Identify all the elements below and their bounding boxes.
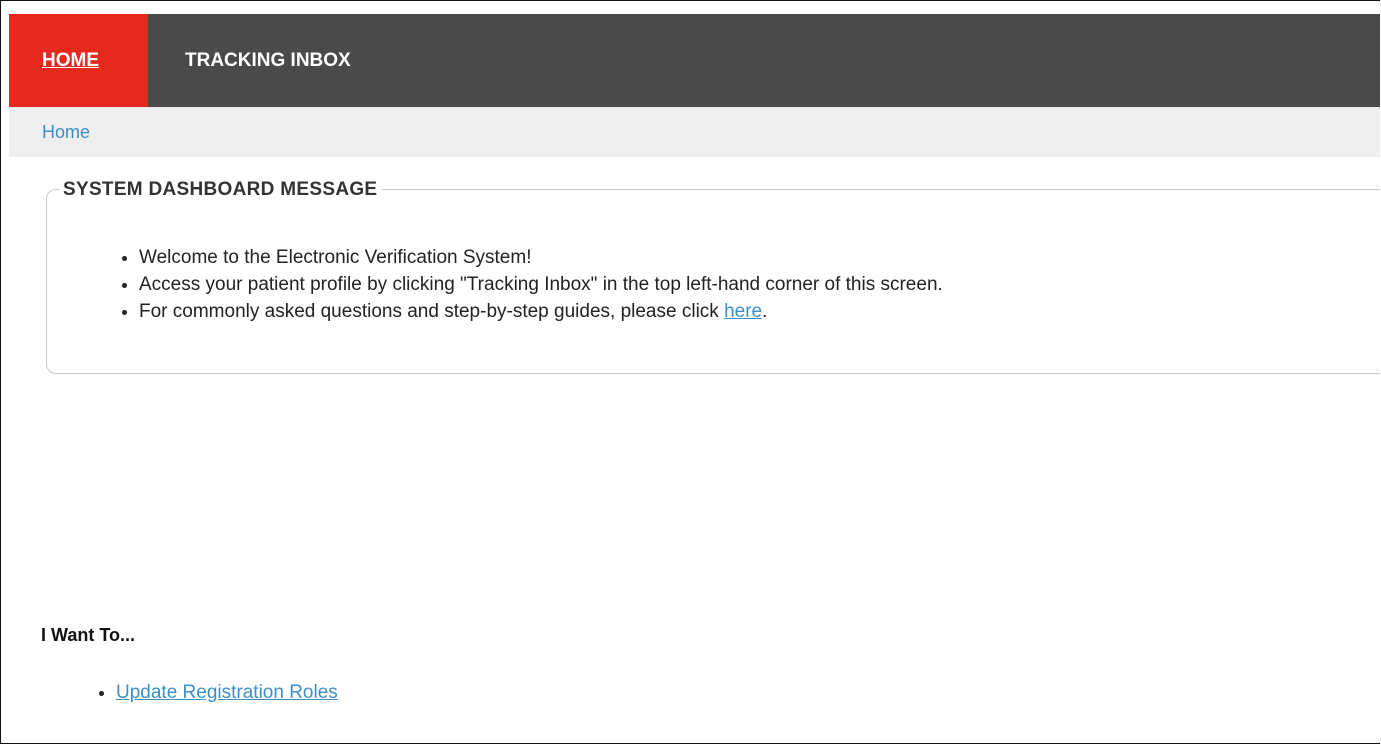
message-item-access-profile: Access your patient profile by clicking … [139,271,943,298]
top-navigation-bar: HOME TRACKING INBOX [9,14,1380,107]
i-want-to-heading: I Want To... [41,625,135,645]
i-want-to-list: Update Registration Roles [116,680,338,706]
dashboard-message-title: SYSTEM DASHBOARD MESSAGE [59,179,382,201]
tab-home-label: HOME [42,49,99,71]
tab-tracking-inbox[interactable]: TRACKING INBOX [148,14,351,107]
dashboard-message-list: Welcome to the Electronic Verification S… [139,244,943,325]
breadcrumb: Home [9,107,1380,157]
tab-home[interactable]: HOME [9,14,148,107]
tab-tracking-inbox-label: TRACKING INBOX [185,49,351,71]
breadcrumb-home-link[interactable]: Home [42,122,90,143]
list-item: Update Registration Roles [116,680,338,706]
update-registration-roles-link[interactable]: Update Registration Roles [116,682,338,703]
guides-suffix: . [762,301,768,322]
system-dashboard-message-box: SYSTEM DASHBOARD MESSAGE Welcome to the … [46,179,1380,374]
page-frame: HOME TRACKING INBOX Home SYSTEM DASHBOAR… [0,0,1380,744]
guides-here-link[interactable]: here [724,301,762,322]
guides-text: For commonly asked questions and step-by… [139,301,725,322]
message-item-welcome: Welcome to the Electronic Verification S… [139,244,943,271]
message-item-guides: For commonly asked questions and step-by… [139,298,943,325]
